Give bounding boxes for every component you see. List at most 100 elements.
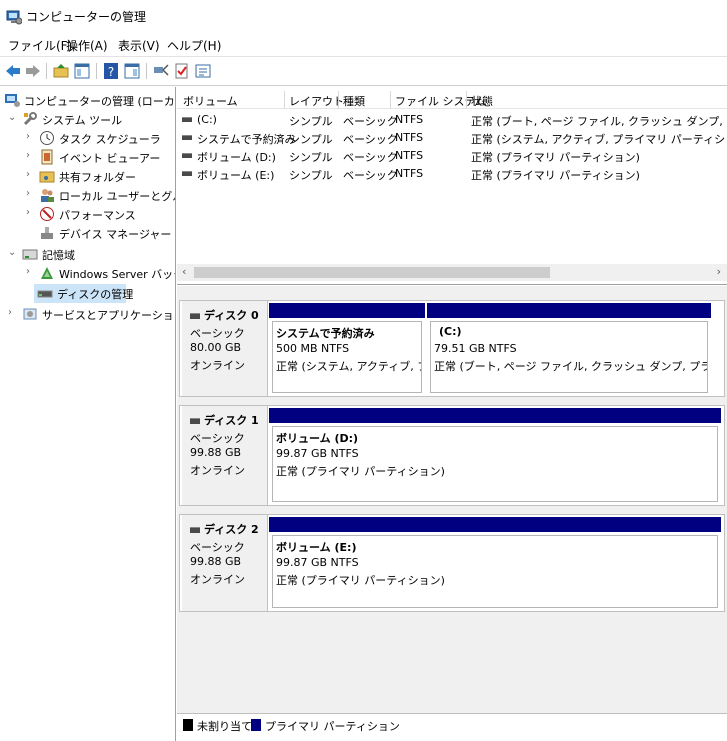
chevron-right-icon[interactable]: ›: [26, 188, 36, 200]
disk-1-type: ベーシック: [190, 432, 245, 445]
volume-icon: [182, 153, 192, 158]
volume-icon: [182, 171, 192, 176]
tree-task-scheduler[interactable]: › タスク スケジューラ: [2, 129, 174, 148]
menu-action[interactable]: 操作(A): [66, 37, 108, 54]
storage-icon: [22, 249, 38, 260]
disk-graphical-view: ディスク 0 ベーシック 80.00 GB オンライン システムで予約済み 50…: [177, 286, 727, 713]
partition-size: 79.51 GB NTFS: [434, 342, 517, 355]
forward-arrow-icon[interactable]: [24, 62, 42, 80]
disk-2-size: 99.88 GB: [190, 555, 242, 568]
partition-title: システムで予約済み: [276, 327, 375, 340]
chevron-right-icon[interactable]: ›: [26, 266, 36, 278]
disk-0-row: ディスク 0 ベーシック 80.00 GB オンライン システムで予約済み 50…: [179, 300, 725, 397]
disk-0-size: 80.00 GB: [190, 341, 242, 354]
chevron-right-icon[interactable]: ›: [26, 131, 36, 143]
primary-partition-bar: [427, 303, 711, 318]
tree-windows-server-backup[interactable]: › Windows Server バックア: [2, 264, 175, 283]
clock-icon: [40, 131, 54, 145]
chevron-right-icon[interactable]: ›: [26, 169, 36, 181]
scrollbar-thumb[interactable]: [194, 267, 550, 278]
partition-size: 99.87 GB NTFS: [276, 447, 359, 460]
chevron-right-icon[interactable]: ›: [26, 207, 36, 219]
menu-view[interactable]: 表示(V): [118, 37, 160, 54]
unallocated-swatch: [183, 719, 193, 731]
column-header-layout[interactable]: レイアウト: [289, 93, 344, 109]
cell-volume: ボリューム (E:): [197, 169, 275, 182]
chevron-right-icon[interactable]: ›: [26, 150, 36, 162]
show-hide-console-tree-icon[interactable]: [73, 62, 91, 80]
table-row[interactable]: (C:) シンプル ベーシック NTFS 正常 (ブート, ページ ファイル, …: [177, 111, 727, 129]
tree-device-manager[interactable]: デバイス マネージャー: [2, 224, 174, 243]
volume-list-pane: ボリューム レイアウト 種類 ファイル システム 状態 (C:) シンプル ベー…: [177, 87, 727, 285]
disk-icon: [37, 290, 53, 298]
disk-1-size: 99.88 GB: [190, 446, 242, 459]
tree-services-apps[interactable]: › サービスとアプリケーション: [2, 305, 176, 324]
tree-shared-folders[interactable]: › 共有フォルダー: [2, 167, 174, 186]
partition-size: 500 MB NTFS: [276, 342, 350, 355]
cell-filesystem: NTFS: [395, 113, 424, 126]
horizontal-scrollbar[interactable]: ‹ ›: [177, 264, 727, 281]
computer-management-icon: [5, 94, 20, 107]
tree-root[interactable]: コンピューターの管理 (ローカル): [2, 91, 175, 110]
cell-status: 正常 (プライマリ パーティション): [471, 151, 640, 164]
svg-text:?: ?: [108, 65, 114, 79]
list-view-icon[interactable]: [194, 62, 212, 80]
menu-help[interactable]: ヘルプ(H): [167, 37, 221, 54]
volume-icon: [182, 117, 192, 122]
column-header-volume[interactable]: ボリューム: [183, 93, 238, 109]
scroll-left-icon[interactable]: ‹: [182, 265, 186, 278]
tree-disk-management[interactable]: ディスクの管理: [34, 284, 133, 303]
tree-event-viewer[interactable]: › イベント ビューアー: [2, 148, 174, 167]
column-divider[interactable]: [390, 91, 391, 109]
disk-1-name: ディスク 1: [190, 412, 259, 428]
primary-partition-bar: [269, 408, 721, 423]
partition-status: 正常 (プライマリ パーティション): [276, 574, 445, 587]
partition-c[interactable]: (C:) 79.51 GB NTFS 正常 (ブート, ページ ファイル, クラ…: [427, 303, 711, 396]
column-header-status[interactable]: 状態: [471, 93, 493, 109]
properties-check-icon[interactable]: [173, 62, 191, 80]
partition-e[interactable]: ボリューム (E:) 99.87 GB NTFS 正常 (プライマリ パーティシ…: [269, 517, 721, 611]
disk-2-row: ディスク 2 ベーシック 99.88 GB オンライン ボリューム (E:) 9…: [179, 514, 725, 612]
table-row[interactable]: ボリューム (E:) シンプル ベーシック NTFS 正常 (プライマリ パーテ…: [177, 165, 727, 183]
connect-icon[interactable]: [152, 62, 170, 80]
tree-services-apps-label: サービスとアプリケーション: [42, 309, 176, 322]
help-icon[interactable]: ?: [102, 62, 120, 80]
disk-0-label[interactable]: ディスク 0 ベーシック 80.00 GB オンライン: [182, 301, 268, 396]
window-title: コンピューターの管理: [26, 10, 147, 24]
volume-icon: [182, 135, 192, 140]
partition-system-reserved[interactable]: システムで予約済み 500 MB NTFS 正常 (システム, アクティブ, プ…: [269, 303, 425, 396]
users-group-icon: [41, 189, 54, 202]
scroll-right-icon[interactable]: ›: [717, 265, 721, 278]
column-divider[interactable]: [284, 91, 285, 109]
tree-device-manager-label: デバイス マネージャー: [59, 228, 172, 241]
show-hide-action-pane-icon[interactable]: [123, 62, 141, 80]
chevron-right-icon[interactable]: ›: [8, 307, 18, 319]
disk-2-label[interactable]: ディスク 2 ベーシック 99.88 GB オンライン: [182, 515, 268, 611]
column-divider[interactable]: [466, 91, 467, 109]
back-arrow-icon[interactable]: [4, 62, 22, 80]
cell-layout: シンプル: [289, 169, 333, 182]
menu-file[interactable]: ファイル(F): [8, 37, 72, 54]
table-row[interactable]: ボリューム (D:) シンプル ベーシック NTFS 正常 (プライマリ パーテ…: [177, 147, 727, 165]
tree-system-tools[interactable]: ⌄ システム ツール: [2, 110, 174, 129]
table-row[interactable]: システムで予約済み シンプル ベーシック NTFS 正常 (システム, アクティ…: [177, 129, 727, 147]
tree-task-scheduler-label: タスク スケジューラ: [59, 133, 161, 146]
cell-filesystem: NTFS: [395, 167, 424, 180]
chevron-down-icon[interactable]: ⌄: [8, 247, 18, 259]
toolbar-separator: [46, 63, 47, 79]
services-icon: [23, 308, 37, 320]
chevron-down-icon[interactable]: ⌄: [8, 112, 18, 124]
tree-windows-server-backup-label: Windows Server バックア: [59, 268, 175, 281]
cell-layout: シンプル: [289, 151, 333, 164]
tree-performance[interactable]: › パフォーマンス: [2, 205, 174, 224]
partition-d[interactable]: ボリューム (D:) 99.87 GB NTFS 正常 (プライマリ パーティシ…: [269, 408, 721, 505]
tree-storage[interactable]: ⌄ 記憶域: [2, 245, 174, 264]
partition-status: 正常 (ブート, ページ ファイル, クラッシュ ダンプ, プライマリ パーティ…: [434, 360, 707, 373]
column-header-type[interactable]: 種類: [343, 93, 365, 109]
console-tree: コンピューターの管理 (ローカル) ⌄ システム ツール › タスク スケジュー…: [0, 87, 176, 741]
disk-1-label[interactable]: ディスク 1 ベーシック 99.88 GB オンライン: [182, 406, 268, 505]
tree-local-users[interactable]: › ローカル ユーザーとグループ: [2, 186, 175, 205]
up-folder-icon[interactable]: [52, 62, 70, 80]
cell-volume: システムで予約済み: [197, 133, 296, 146]
column-divider[interactable]: [338, 91, 339, 109]
